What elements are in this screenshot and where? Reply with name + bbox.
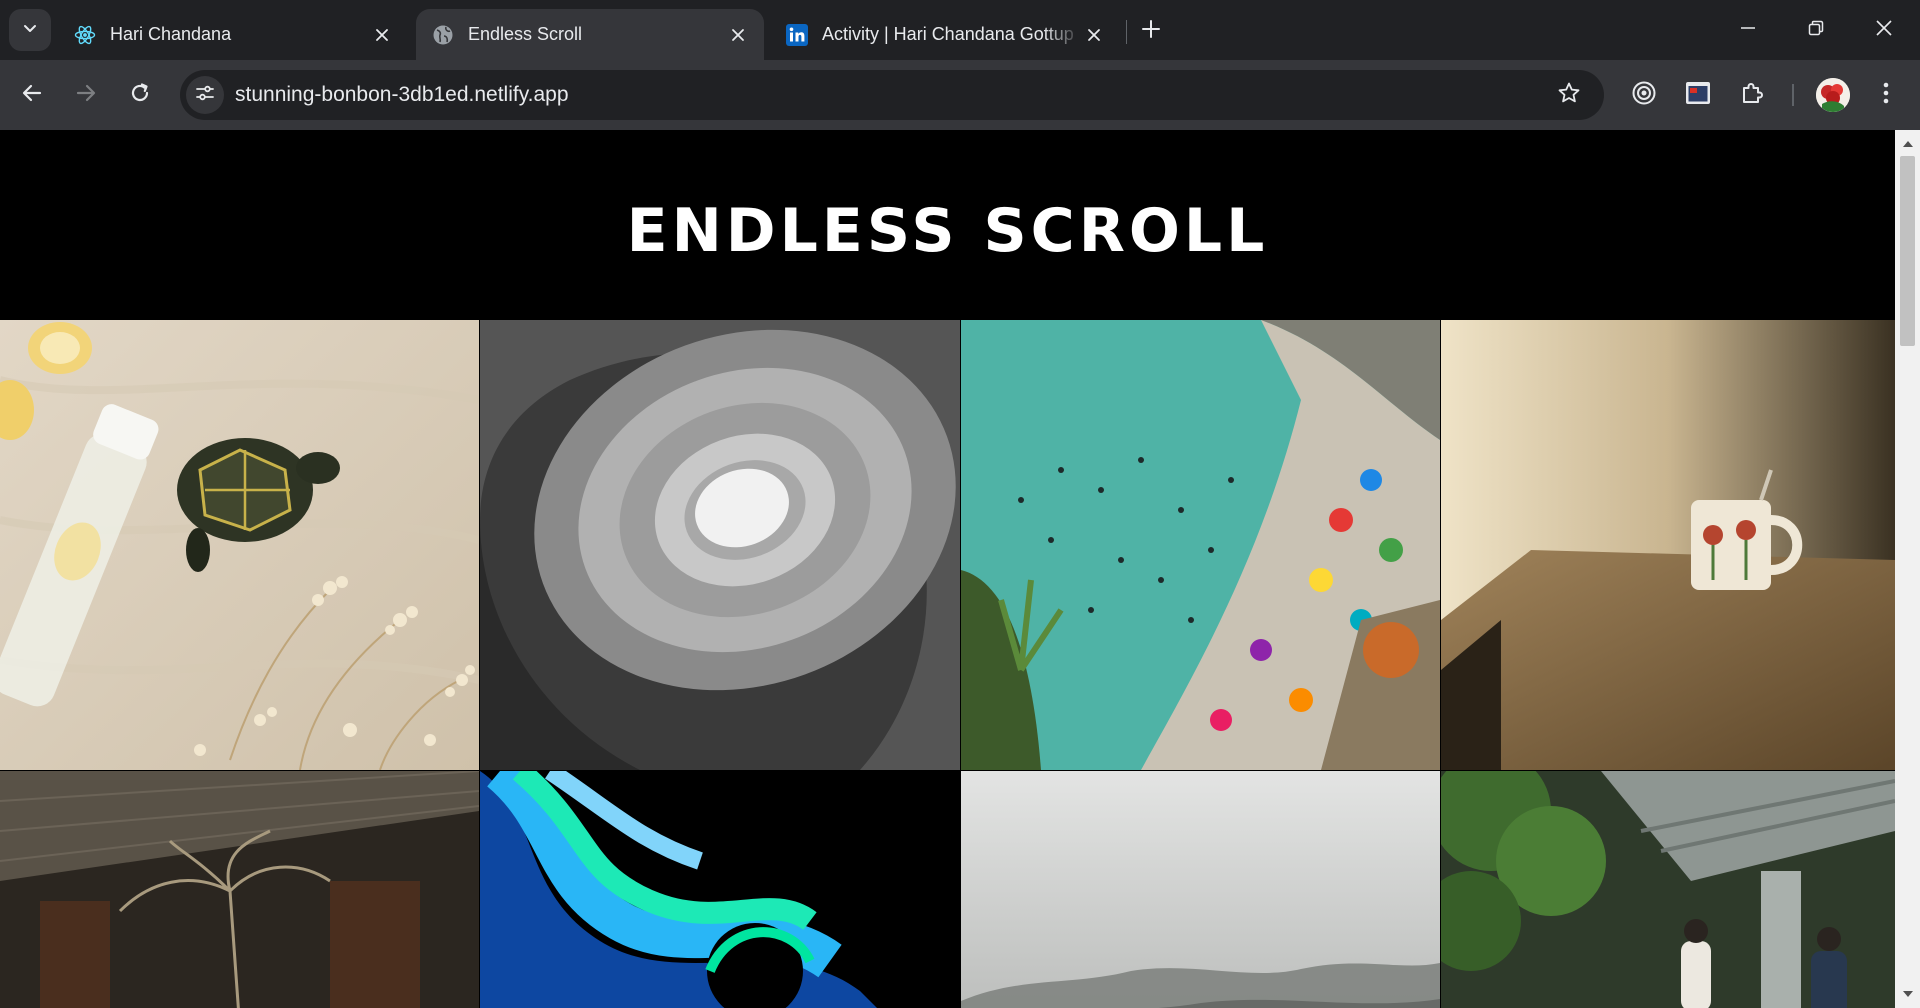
forward-button[interactable]: [68, 77, 104, 113]
arrow-left-icon: [21, 82, 43, 108]
restore-icon: [1808, 20, 1824, 40]
close-tab-icon[interactable]: [1082, 23, 1106, 47]
minimize-icon: [1740, 20, 1756, 40]
browser-menu-button[interactable]: [1868, 77, 1904, 113]
page-viewport: ENDLESS SCROLL: [0, 130, 1920, 1008]
tab-label: Hari Chandana: [110, 24, 232, 44]
close-icon: [1876, 20, 1892, 40]
photo-beach[interactable]: [961, 320, 1440, 770]
extension-target-button[interactable]: [1626, 77, 1662, 113]
page-scrollbar[interactable]: [1895, 130, 1920, 1008]
tab-label: Endless Scroll: [468, 24, 583, 44]
puzzle-piece-icon: [1740, 81, 1764, 109]
site-info-button[interactable]: [186, 76, 224, 114]
site-header: ENDLESS SCROLL: [0, 130, 1895, 320]
photo-porch[interactable]: [0, 771, 479, 1008]
photo-turtle[interactable]: [0, 320, 479, 770]
new-tab-button[interactable]: [1136, 16, 1166, 46]
bookmark-button[interactable]: [1556, 82, 1582, 108]
toolbar-divider: [1792, 84, 1794, 106]
minimize-button[interactable]: [1724, 10, 1772, 50]
linkedin-icon: [786, 23, 808, 46]
star-icon: [1557, 81, 1581, 109]
tab-strip: Hari Chandana Endless Scroll Activity | …: [0, 0, 1920, 60]
profile-avatar[interactable]: [1816, 78, 1850, 112]
photo-spiral-staircase[interactable]: [480, 320, 960, 770]
arrow-right-icon: [75, 82, 97, 108]
reload-button[interactable]: [122, 77, 158, 113]
scrollbar-thumb[interactable]: [1900, 156, 1915, 346]
extensions-button[interactable]: [1734, 77, 1770, 113]
globe-icon: [432, 24, 454, 46]
restore-button[interactable]: [1792, 10, 1840, 50]
photo-mug[interactable]: [1441, 320, 1895, 770]
extension-window-button[interactable]: [1680, 77, 1716, 113]
react-atom-icon: [74, 24, 96, 46]
tab-label: Activity | Hari Chandana Gottup: [822, 24, 1074, 44]
browser-toolbar: stunning-bonbon-3db1ed.netlify.app: [0, 60, 1920, 130]
scroll-up-arrow[interactable]: [1895, 134, 1920, 154]
close-tab-icon[interactable]: [370, 23, 394, 47]
tab-linkedin-activity[interactable]: Activity | Hari Chandana Gottup: [770, 9, 1120, 60]
url-text: stunning-bonbon-3db1ed.netlify.app: [235, 83, 569, 106]
scroll-down-arrow[interactable]: [1895, 984, 1920, 1004]
photo-temple[interactable]: [1441, 771, 1895, 1008]
photo-abstract-swirl[interactable]: [480, 771, 960, 1008]
tab-hari-chandana[interactable]: Hari Chandana: [58, 9, 408, 60]
close-tab-icon[interactable]: [726, 23, 750, 47]
target-icon: [1631, 80, 1657, 110]
tune-icon: [195, 83, 215, 107]
photo-foggy-mountains[interactable]: [961, 771, 1440, 1008]
photo-grid: [0, 320, 1895, 1008]
plus-icon: [1141, 19, 1161, 43]
window-extension-icon: [1685, 80, 1711, 110]
close-window-button[interactable]: [1860, 10, 1908, 50]
tab-search-button[interactable]: [9, 9, 51, 51]
page-title: ENDLESS SCROLL: [626, 196, 1269, 266]
reload-icon: [129, 82, 151, 108]
chevron-down-icon: [22, 20, 38, 40]
back-button[interactable]: [14, 77, 50, 113]
more-vertical-icon: [1883, 82, 1889, 108]
address-bar[interactable]: stunning-bonbon-3db1ed.netlify.app: [180, 70, 1604, 120]
tab-endless-scroll[interactable]: Endless Scroll: [416, 9, 764, 60]
tab-separator: [1126, 20, 1127, 44]
